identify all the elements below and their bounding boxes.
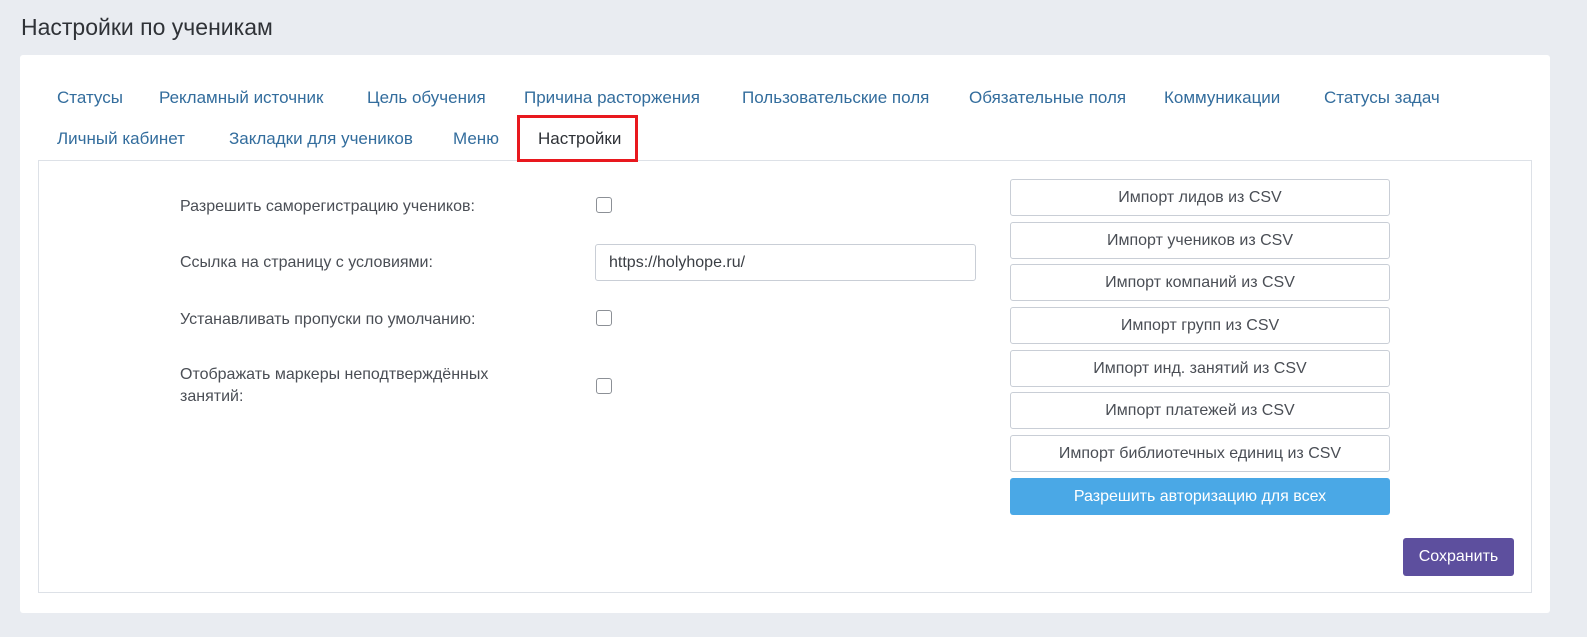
tab-personal-cabinet[interactable]: Личный кабинет: [57, 129, 185, 149]
unconfirmed-markers-checkbox[interactable]: [596, 378, 612, 394]
import-groups-button[interactable]: Импорт групп из CSV: [1010, 307, 1390, 344]
tab-communications[interactable]: Коммуникации: [1164, 88, 1280, 108]
terms-link-input[interactable]: [595, 244, 976, 281]
tab-learning-goal[interactable]: Цель обучения: [367, 88, 486, 108]
import-leads-button[interactable]: Импорт лидов из CSV: [1010, 179, 1390, 216]
import-companies-button[interactable]: Импорт компаний из CSV: [1010, 264, 1390, 301]
tab-menu[interactable]: Меню: [453, 129, 499, 149]
tab-statuses[interactable]: Статусы: [57, 88, 123, 108]
import-library-units-button[interactable]: Импорт библиотечных единиц из CSV: [1010, 435, 1390, 472]
terms-link-label: Ссылка на страницу с условиями:: [180, 254, 433, 271]
default-absences-checkbox[interactable]: [596, 310, 612, 326]
tab-custom-fields[interactable]: Пользовательские поля: [742, 88, 929, 108]
active-tab-highlight: [517, 115, 638, 162]
settings-card: Статусы Рекламный источник Цель обучения…: [20, 55, 1550, 613]
import-students-button[interactable]: Импорт учеников из CSV: [1010, 222, 1390, 259]
self-registration-checkbox[interactable]: [596, 197, 612, 213]
save-button[interactable]: Сохранить: [1403, 538, 1514, 576]
unconfirmed-markers-label: Отображать маркеры неподтверждённых заня…: [180, 366, 489, 405]
import-payments-button[interactable]: Импорт платежей из CSV: [1010, 392, 1390, 429]
import-individual-lessons-button[interactable]: Импорт инд. занятий из CSV: [1010, 350, 1390, 387]
tab-task-statuses[interactable]: Статусы задач: [1324, 88, 1440, 108]
self-registration-label: Разрешить саморегистрацию учеников:: [180, 198, 475, 215]
default-absences-label: Устанавливать пропуски по умолчанию:: [180, 311, 476, 328]
tab-termination-reason[interactable]: Причина расторжения: [524, 88, 700, 108]
page-title: Настройки по ученикам: [21, 14, 273, 40]
allow-auth-all-button[interactable]: Разрешить авторизацию для всех: [1010, 478, 1390, 515]
tab-ad-source[interactable]: Рекламный источник: [159, 88, 323, 108]
tab-required-fields[interactable]: Обязательные поля: [969, 88, 1126, 108]
tab-student-bookmarks[interactable]: Закладки для учеников: [229, 129, 413, 149]
